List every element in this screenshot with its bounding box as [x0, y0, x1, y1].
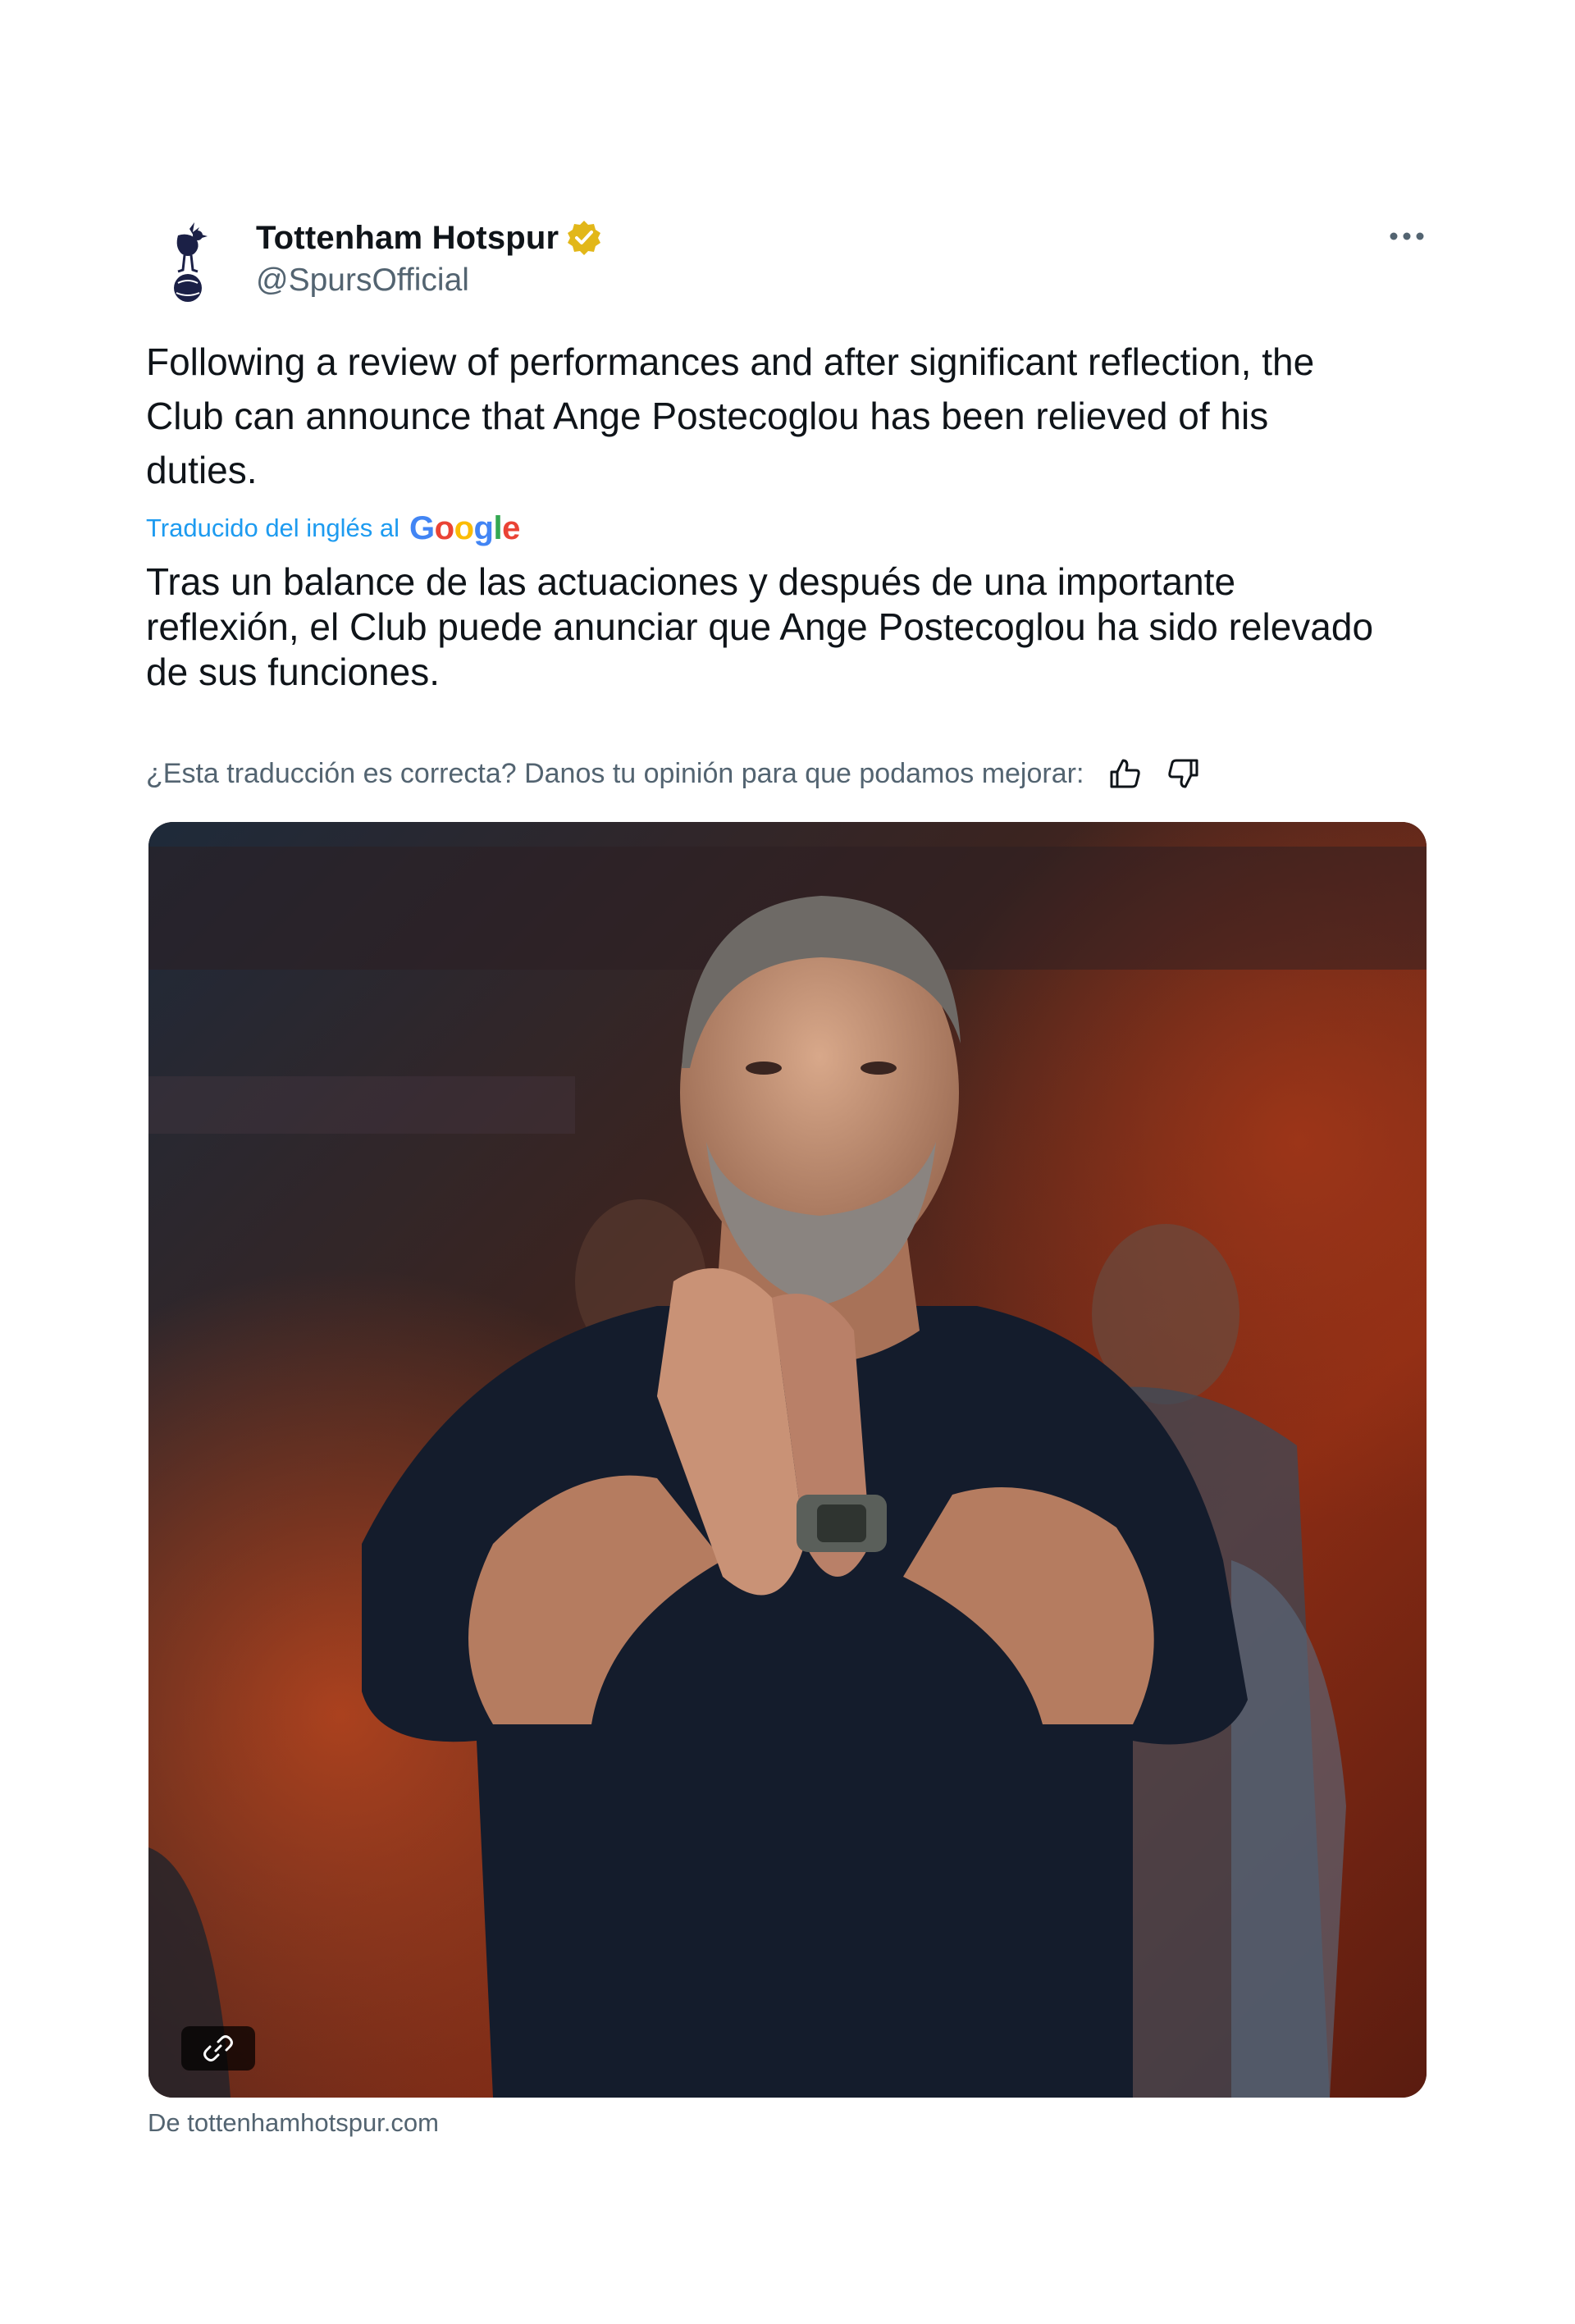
google-logo: Google — [409, 509, 520, 546]
tweet-card: Tottenham Hotspur @SpursOfficial Followi… — [0, 0, 1575, 2324]
more-horizontal-icon — [1390, 232, 1424, 240]
translated-text-line: Tras un balance de las actuaciones y des… — [146, 560, 1236, 603]
article-photo — [148, 822, 1427, 2098]
display-name[interactable]: Tottenham Hotspur — [256, 220, 559, 257]
media-source-link[interactable]: De tottenhamhotspur.com — [148, 2108, 439, 2138]
translated-by-link[interactable]: Traducido del inglés al Google — [146, 509, 520, 548]
tweet-text: Following a review of performances and a… — [146, 335, 1442, 497]
verified-badge-icon — [565, 219, 603, 257]
name-row: Tottenham Hotspur — [256, 215, 603, 261]
translation-feedback: ¿Esta traducción es correcta? Danos tu o… — [146, 751, 1207, 797]
thumbs-up-icon — [1110, 759, 1141, 788]
thumbs-down-button[interactable] — [1161, 751, 1207, 797]
feedback-question: ¿Esta traducción es correcta? Danos tu o… — [146, 757, 1084, 789]
media-card[interactable] — [148, 822, 1427, 2098]
link-badge — [181, 2026, 255, 2071]
avatar[interactable] — [160, 217, 217, 308]
translated-by-label: Traducido del inglés al — [146, 514, 400, 542]
more-button[interactable] — [1378, 212, 1436, 261]
spurs-cockerel-logo-icon — [174, 221, 208, 302]
tweet-text-line: Following a review of performances and a… — [146, 340, 1315, 383]
translated-text-line: reflexión, el Club puede anunciar que An… — [146, 605, 1374, 648]
link-icon — [203, 2035, 233, 2061]
handle[interactable]: @SpursOfficial — [256, 263, 603, 299]
thumbs-up-button[interactable] — [1102, 751, 1148, 797]
translated-text-line: de sus funciones. — [146, 651, 441, 693]
author-block: Tottenham Hotspur @SpursOfficial — [256, 215, 603, 299]
tweet-text-line: Club can announce that Ange Postecoglou … — [146, 395, 1269, 437]
translated-text: Tras un balance de las actuaciones y des… — [146, 559, 1459, 695]
tweet-text-line: duties. — [146, 449, 258, 491]
thumbs-down-icon — [1168, 759, 1198, 788]
